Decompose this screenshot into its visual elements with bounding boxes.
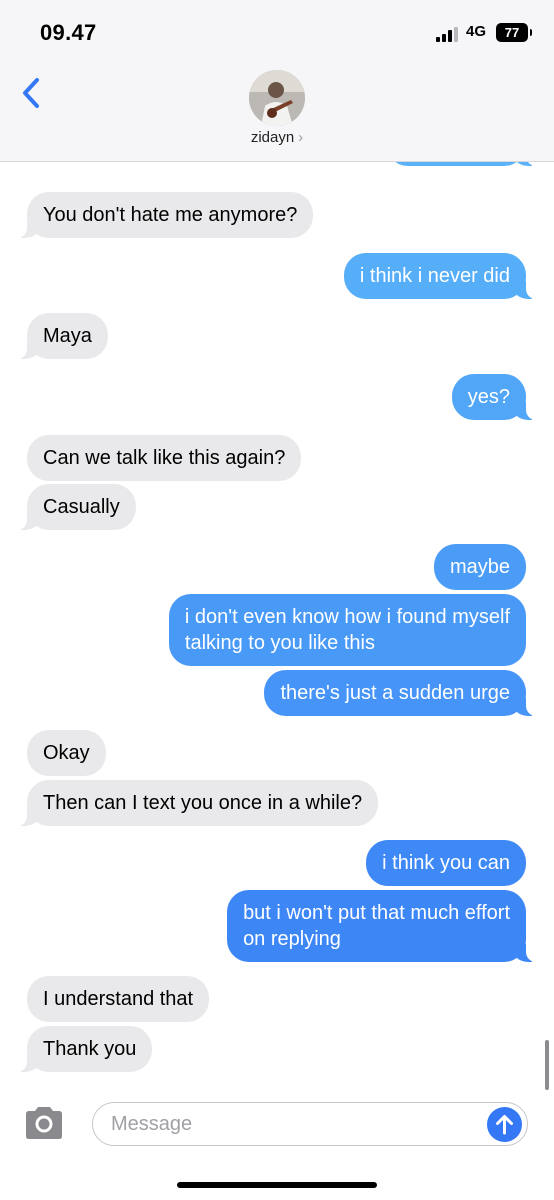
scroll-indicator [545,1040,549,1090]
sent-message-bubble[interactable]: i don't even know how i found myself talk… [168,594,526,666]
received-message-bubble[interactable]: Can we talk like this again? [27,435,302,481]
message-text: yes? [467,386,510,408]
status-time: 09.47 [40,20,97,45]
received-message-bubble[interactable]: Then can I text you once in a while? [16,780,379,826]
cellular-signal-icon [436,26,460,42]
message-text-line: on replying [243,928,341,950]
received-message-bubble[interactable]: Thank you [16,1026,153,1072]
received-message-bubble[interactable]: Okay [27,730,106,776]
message-text: Can we talk like this again? [43,447,286,469]
received-message-bubble[interactable]: Maya [17,313,108,359]
message-text: Then can I text you once in a while? [43,792,363,814]
sent-message-bubble[interactable]: yes? [451,374,537,420]
send-button[interactable] [487,1107,522,1142]
contact-name: zidayn [250,129,295,146]
conversation-header: 09.47 4G 77 zidayn › [0,0,554,162]
message-text: I understand that [43,988,194,1010]
sent-message-bubble[interactable]: but i won't put that much effort on reply… [227,890,536,962]
sent-message-bubble[interactable]: i think you can [366,840,526,886]
message-text: Casually [43,496,120,518]
battery-icon: 77 [496,23,532,42]
message-text-line: talking to you like this [184,632,375,654]
message-text: maybe [449,556,510,578]
message-text: Maya [43,325,92,347]
message-text: there's just a sudden urge [280,682,510,704]
received-message-bubble[interactable]: I understand that [27,976,210,1022]
message-text: Okay [43,742,90,764]
sent-message-bubble[interactable]: there's just a sudden urge [264,670,536,716]
send-arrow-icon [496,1115,513,1135]
network-type: 4G [466,23,487,40]
camera-icon [26,1107,62,1139]
contact-name-button[interactable]: zidayn › [0,129,554,146]
contact-avatar[interactable] [249,70,305,126]
chevron-left-icon [23,78,39,108]
chevron-right-icon: › [298,129,304,146]
message-text: i think you can [382,852,510,874]
message-text: i think i never did [359,265,510,287]
battery-level: 77 [504,25,520,40]
camera-button[interactable] [22,1105,66,1141]
message-text: Thank you [43,1038,137,1060]
back-button[interactable] [18,76,48,110]
home-indicator[interactable] [177,1182,377,1188]
sent-message-bubble[interactable]: maybe [433,544,526,590]
message-text-line: i don't even know how i found myself [184,606,510,628]
received-message-bubble[interactable]: You don't hate me anymore? [16,192,314,238]
sent-message-bubble[interactable]: i think i never did [343,253,537,299]
message-text: You don't hate me anymore? [43,204,298,226]
received-message-bubble[interactable]: Casually [17,484,136,530]
message-text-line: but i won't put that much effort [243,902,510,924]
message-input[interactable] [92,1102,528,1146]
